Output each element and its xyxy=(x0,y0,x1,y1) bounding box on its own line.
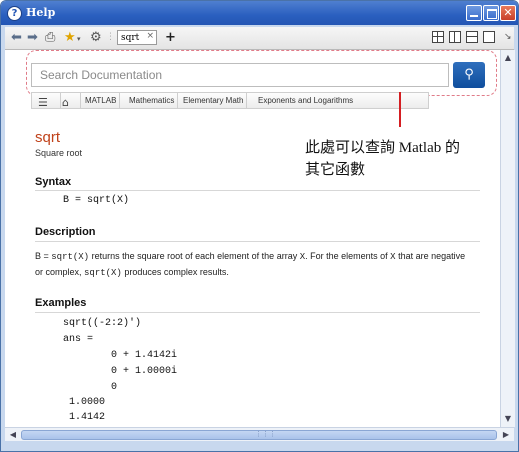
print-icon[interactable]: ⎙ xyxy=(45,30,55,45)
annotation-line-1: 此處可以查詢 Matlab 的 xyxy=(305,140,460,156)
example-line: sqrt((-2:2)') xyxy=(63,318,142,329)
description-part: . For the elements of xyxy=(305,251,391,261)
example-line: ans = xyxy=(63,334,94,345)
vertical-scrollbar[interactable]: ▲ ▼ xyxy=(500,50,515,427)
help-content: Search Documentation ⚲ MATLAB Mathematic… xyxy=(5,50,500,427)
close-icon: ✕ xyxy=(503,6,513,19)
settings-icon[interactable]: ⚙ xyxy=(90,30,102,45)
breadcrumb: MATLAB Mathematics Elementary Math Expon… xyxy=(31,92,429,109)
toolbar-separator: ⋮ xyxy=(106,32,115,42)
breadcrumb-exponents-logarithms[interactable]: Exponents and Logarithms xyxy=(255,93,356,108)
annotation-pointer-line xyxy=(399,92,401,127)
help-window: ? Help ✕ ⬅ ➡ ⎙ ★ ▾ ⚙ ⋮ sqrt × + ↘ Search… xyxy=(0,0,519,452)
minimize-icon xyxy=(470,15,478,17)
divider xyxy=(35,312,480,313)
favorites-dropdown-icon[interactable]: ▾ xyxy=(77,32,81,47)
scroll-right-icon[interactable]: ▶ xyxy=(499,428,513,442)
example-line: 0 + 1.0000i xyxy=(63,366,178,377)
close-button[interactable]: ✕ xyxy=(500,5,516,21)
horizontal-scrollbar[interactable]: ◀ ⋮⋮⋮ ▶ xyxy=(5,427,514,442)
description-part: returns the square root of each element … xyxy=(89,251,300,261)
tile-grid-icon[interactable] xyxy=(432,31,444,43)
example-line: 1.4142 xyxy=(63,412,106,423)
help-app-icon: ? xyxy=(7,6,22,21)
divider xyxy=(35,190,480,191)
breadcrumb-elementary-math[interactable]: Elementary Math xyxy=(180,93,248,108)
add-tab-button[interactable]: + xyxy=(165,30,176,45)
description-text: B = sqrt(X) returns the square root of e… xyxy=(35,248,475,280)
title-bar[interactable]: ? Help ✕ xyxy=(1,1,518,25)
example-line: 1.0000 xyxy=(63,397,106,408)
inline-code: sqrt(X) xyxy=(84,268,122,278)
function-description: Square root xyxy=(35,148,83,158)
example-line: 0 xyxy=(63,382,118,393)
annotation-line-2: 其它函數 xyxy=(305,162,366,178)
search-icon: ⚲ xyxy=(464,67,474,82)
scroll-down-icon[interactable]: ▼ xyxy=(502,412,514,426)
scroll-left-icon[interactable]: ◀ xyxy=(6,428,20,442)
examples-heading: Examples xyxy=(35,297,87,309)
example-line: 0 + 1.4142i xyxy=(63,350,178,361)
inline-code: sqrt(X) xyxy=(51,252,90,262)
annotation-text: 此處可以查詢 Matlab 的 其它函數 xyxy=(305,137,495,181)
window-title: Help xyxy=(26,6,56,19)
syntax-code: B = sqrt(X) xyxy=(63,195,130,206)
description-part: B = xyxy=(35,251,52,261)
tab-close-icon[interactable]: × xyxy=(146,31,154,41)
description-part: produces complex results. xyxy=(121,267,229,277)
scroll-up-icon[interactable]: ▲ xyxy=(502,51,514,65)
maximize-button[interactable] xyxy=(483,5,499,21)
search-button[interactable]: ⚲ xyxy=(453,62,485,88)
breadcrumb-mathematics[interactable]: Mathematics xyxy=(126,93,179,108)
back-icon[interactable]: ⬅ xyxy=(11,30,22,45)
toolbar-menu-icon[interactable]: ↘ xyxy=(504,30,512,45)
minimize-button[interactable] xyxy=(466,5,482,21)
toc-icon: ☰ xyxy=(38,96,48,109)
breadcrumb-matlab[interactable]: MATLAB xyxy=(82,93,121,108)
tile-vertical-icon[interactable] xyxy=(449,31,461,43)
search-input[interactable]: Search Documentation xyxy=(31,63,449,87)
function-name: sqrt xyxy=(35,129,61,146)
divider xyxy=(35,241,480,242)
home-icon: ⌂ xyxy=(62,96,69,109)
toolbar: ⬅ ➡ ⎙ ★ ▾ ⚙ ⋮ sqrt × + ↘ xyxy=(5,27,514,50)
forward-icon[interactable]: ➡ xyxy=(27,30,38,45)
scroll-grip-icon: ⋮⋮⋮ xyxy=(255,430,276,438)
maximize-icon xyxy=(487,9,497,19)
status-bar xyxy=(1,441,518,451)
favorites-icon[interactable]: ★ xyxy=(64,30,76,45)
tab-label: sqrt xyxy=(121,33,140,43)
tile-horizontal-icon[interactable] xyxy=(466,31,478,43)
tab-sqrt[interactable]: sqrt × xyxy=(117,30,157,45)
syntax-heading: Syntax xyxy=(35,176,72,188)
description-heading: Description xyxy=(35,226,96,238)
single-pane-icon[interactable] xyxy=(483,31,495,43)
